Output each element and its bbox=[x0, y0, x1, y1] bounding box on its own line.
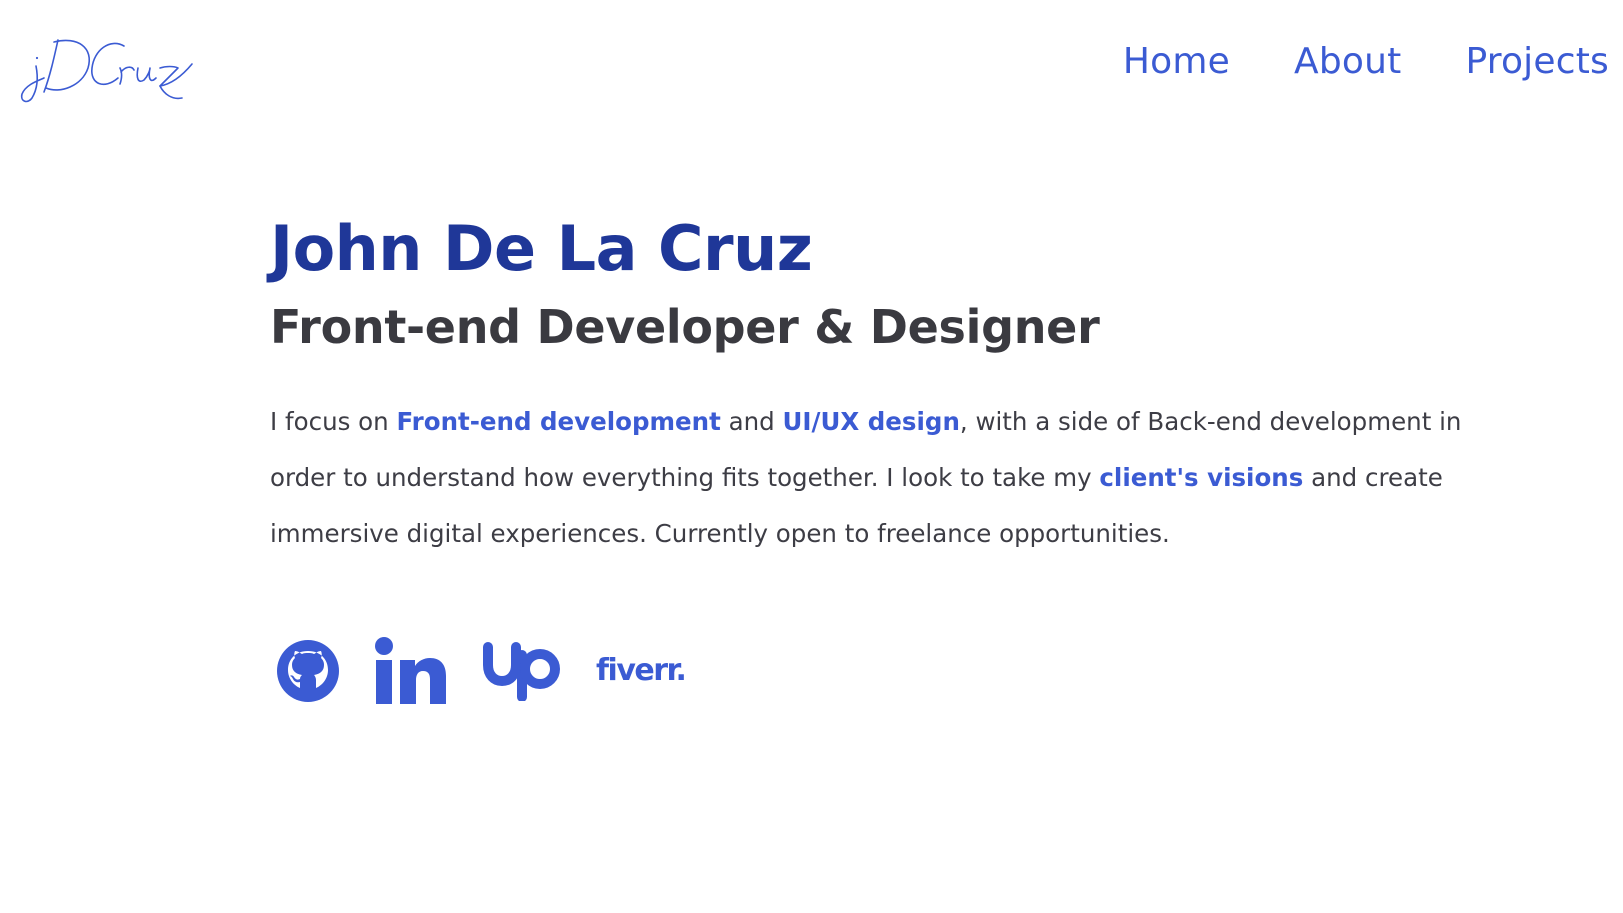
highlight-uiux: UI/UX design bbox=[782, 407, 960, 436]
github-link[interactable] bbox=[276, 639, 340, 703]
bio-text: I focus on bbox=[270, 407, 397, 436]
linkedin-icon bbox=[375, 637, 446, 704]
linkedin-link[interactable] bbox=[374, 636, 448, 706]
bio-text: and bbox=[720, 407, 783, 436]
upwork-link[interactable] bbox=[482, 641, 562, 701]
hero-section: John De La Cruz Front-end Developer & De… bbox=[270, 218, 1530, 562]
job-title: Front-end Developer & Designer bbox=[270, 300, 1100, 354]
nav-projects-link[interactable]: Projects bbox=[1465, 44, 1609, 80]
brand-logo[interactable] bbox=[14, 28, 200, 110]
social-links: fiverr. bbox=[276, 636, 687, 706]
github-icon bbox=[277, 640, 339, 702]
bio-paragraph: I focus on Front-end development and UI/… bbox=[270, 394, 1530, 562]
highlight-frontend: Front-end development bbox=[396, 407, 721, 436]
nav-about-link[interactable]: About bbox=[1294, 44, 1401, 80]
main-nav: Home About Projects bbox=[1123, 44, 1609, 80]
nav-home-link[interactable]: Home bbox=[1123, 44, 1230, 80]
fiverr-icon: fiverr. bbox=[596, 653, 687, 688]
upwork-icon bbox=[483, 642, 560, 701]
fiverr-link[interactable]: fiverr. bbox=[596, 653, 687, 688]
highlight-client-visions: client's visions bbox=[1099, 463, 1304, 492]
page-title: John De La Cruz bbox=[270, 212, 813, 285]
